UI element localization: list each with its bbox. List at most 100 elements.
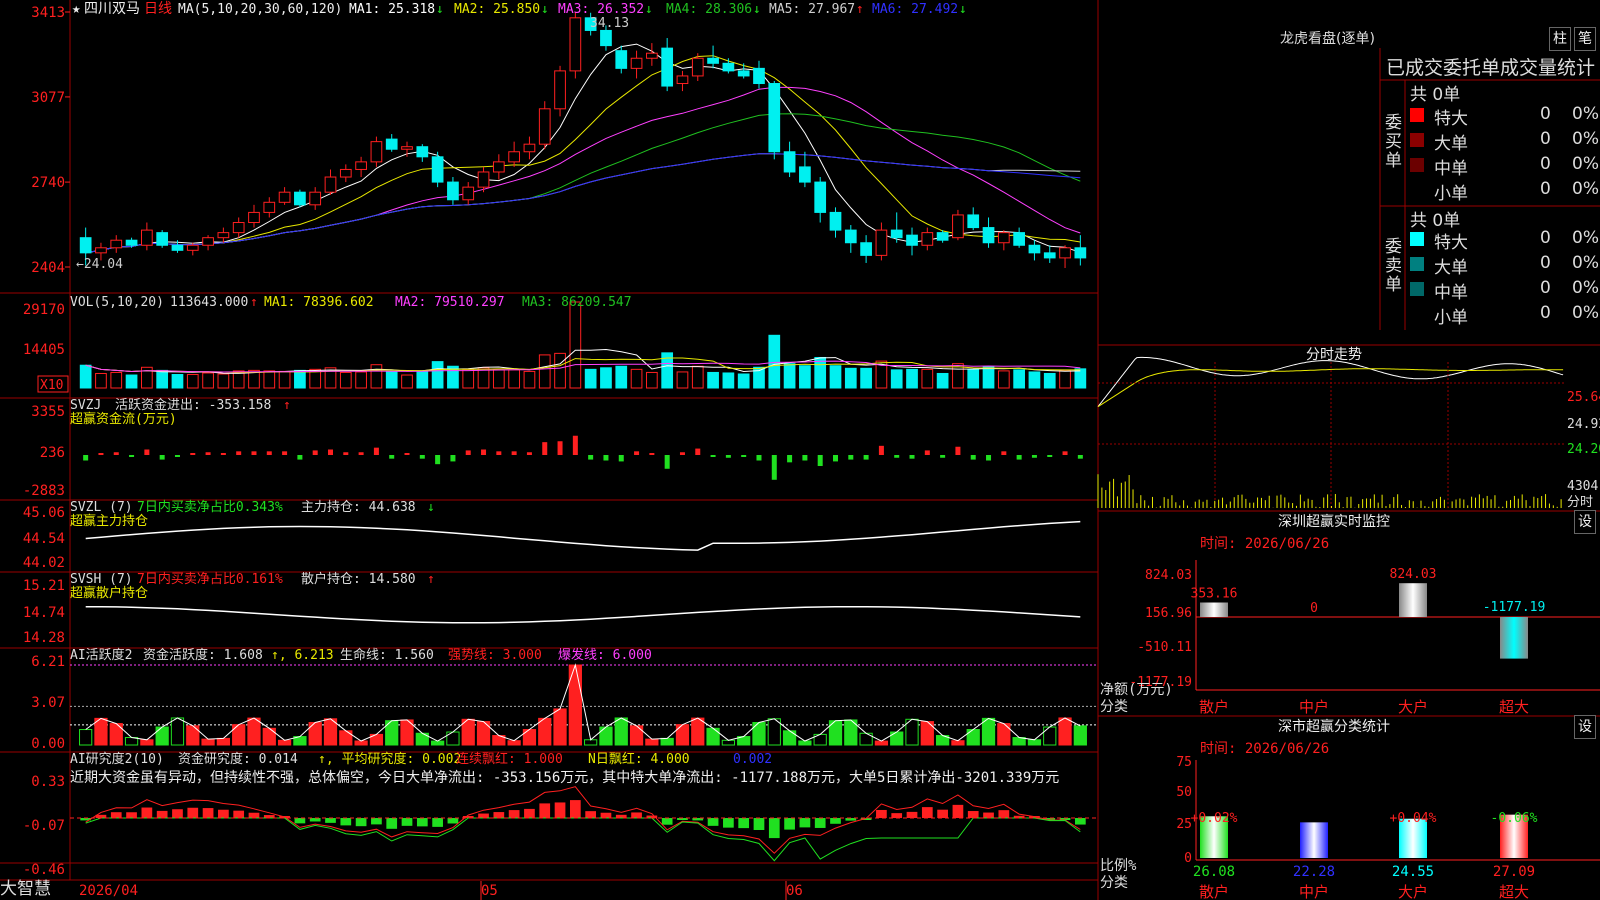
sell-color-swatch bbox=[1410, 232, 1424, 246]
volume-bar bbox=[1014, 370, 1025, 388]
candle-body bbox=[310, 192, 321, 205]
activity-bar bbox=[998, 724, 1010, 745]
indicator-value2: ↑, 平均研究度: 0.002 bbox=[318, 751, 461, 767]
research-bar bbox=[325, 818, 336, 823]
high-price-label: 34.13 bbox=[590, 16, 629, 31]
class-unit: 比例% bbox=[1100, 858, 1137, 874]
tick-mode-button[interactable]: 笔 bbox=[1574, 27, 1596, 51]
monitor-bar-label: 824.03 bbox=[1390, 567, 1437, 582]
fund-flow-bar bbox=[206, 452, 211, 455]
fund-flow-bar bbox=[772, 455, 777, 480]
indicator-value: 散户持仓: 14.580 bbox=[301, 571, 416, 587]
volume-bar bbox=[402, 375, 413, 388]
candle-body bbox=[218, 233, 229, 238]
candle-body bbox=[861, 243, 872, 256]
research-bar bbox=[738, 818, 749, 828]
intraday-price-tick: 24.92 bbox=[1567, 417, 1600, 432]
research-bar bbox=[524, 809, 535, 818]
activity-bar bbox=[661, 738, 673, 745]
date-label: 05 bbox=[481, 883, 498, 899]
activity-bar bbox=[80, 730, 92, 745]
volume-tick: 14405 bbox=[23, 342, 65, 358]
research-bar bbox=[662, 818, 673, 825]
fund-flow-bar bbox=[986, 455, 991, 461]
vol-params: VOL(5,10,20) bbox=[70, 295, 164, 310]
candle-body bbox=[111, 240, 122, 248]
volume-bar bbox=[647, 372, 658, 388]
class-settings-button[interactable]: 设 bbox=[1574, 715, 1596, 739]
fund-flow-bar bbox=[649, 453, 654, 455]
monitor-category: 散户 bbox=[1199, 698, 1229, 716]
candle-body bbox=[754, 68, 765, 83]
research-bar bbox=[310, 818, 321, 821]
candle-body bbox=[539, 109, 550, 144]
fund-flow-bar bbox=[175, 455, 180, 457]
activity-bar bbox=[217, 738, 229, 745]
fund-flow-bar bbox=[527, 452, 532, 455]
brand-logo-text: 大智慧 bbox=[0, 879, 80, 900]
volume-bar bbox=[478, 368, 489, 388]
activity-bar bbox=[278, 740, 290, 745]
fund-flow-bar bbox=[343, 452, 348, 455]
activity-bar bbox=[967, 730, 979, 745]
class-change: +0.04% bbox=[1390, 811, 1437, 826]
buy-row-count: 0 bbox=[1540, 129, 1551, 149]
volume-bar bbox=[998, 371, 1009, 388]
sell-row-name: 特大 bbox=[1434, 228, 1468, 253]
indicator-subtitle: 超赢散户持仓 bbox=[70, 585, 148, 601]
fund-flow-bar bbox=[435, 455, 440, 464]
volume-bar bbox=[356, 372, 367, 388]
ma-value: MA4: 28.306 bbox=[666, 2, 752, 17]
activity-bar bbox=[1059, 718, 1071, 745]
intraday-price-tick: 25.64 bbox=[1567, 390, 1600, 405]
research-bar bbox=[800, 818, 811, 827]
price-tick: 2404 bbox=[31, 260, 65, 276]
fund-flow-bar bbox=[405, 453, 410, 455]
intraday-volume-tick: 4304 bbox=[1567, 479, 1598, 494]
candle-body bbox=[172, 245, 183, 250]
candle-body bbox=[998, 233, 1009, 243]
research-bar bbox=[891, 813, 902, 818]
sell-row-percent: 0% bbox=[1572, 303, 1599, 323]
research-bar bbox=[432, 818, 443, 827]
activity-bar bbox=[539, 718, 551, 745]
research-bar bbox=[907, 812, 918, 818]
fund-flow-bar bbox=[864, 455, 869, 460]
candle-body bbox=[295, 192, 306, 205]
kline-chart-area[interactable]: 3413 3077 2740 2404 34.13 ←24.04 ★ 四川双马 日线 MA(5,1… bbox=[0, 0, 1600, 900]
candle-body bbox=[448, 182, 459, 200]
fund-flow-bar bbox=[236, 451, 241, 455]
bar-mode-button[interactable]: 柱 bbox=[1549, 27, 1571, 51]
strong-line-value: 强势线: 3.000 bbox=[448, 647, 542, 663]
activity-tick: 0.00 bbox=[31, 736, 65, 752]
buy-row-name: 大单 bbox=[1434, 129, 1468, 154]
fund-flow-bar bbox=[496, 451, 501, 455]
activity-bar bbox=[615, 718, 627, 745]
fund-flow-bar bbox=[420, 455, 425, 459]
candle-body bbox=[570, 18, 581, 71]
fund-flow-bar bbox=[818, 455, 823, 466]
activity-bar bbox=[646, 739, 658, 745]
candle-body bbox=[1060, 248, 1071, 258]
sell-row-name: 小单 bbox=[1434, 303, 1468, 328]
monitor-settings-button[interactable]: 设 bbox=[1574, 510, 1596, 534]
vol-value: 113643.000 bbox=[170, 295, 248, 310]
activity-tick: 6.21 bbox=[31, 654, 65, 670]
sell-row-name: 大单 bbox=[1434, 253, 1468, 278]
flow-tick: 3355 bbox=[31, 404, 65, 420]
activity-bar bbox=[171, 718, 183, 745]
indicator-value5: 0.002 bbox=[733, 752, 772, 767]
trend-arrow: ↑ bbox=[856, 2, 864, 17]
research-bar bbox=[249, 813, 260, 818]
volume-bar bbox=[80, 365, 91, 388]
candle-body bbox=[463, 187, 474, 200]
candle-body bbox=[784, 152, 795, 172]
fund-flow-bar bbox=[374, 448, 379, 455]
volume-bar bbox=[509, 370, 520, 388]
volume-bar bbox=[708, 372, 719, 388]
research-bar bbox=[723, 818, 734, 828]
fund-flow-bar bbox=[894, 455, 899, 458]
volume-bar bbox=[96, 373, 107, 388]
buy-row-percent: 0% bbox=[1572, 104, 1599, 124]
candle-body bbox=[891, 230, 902, 238]
